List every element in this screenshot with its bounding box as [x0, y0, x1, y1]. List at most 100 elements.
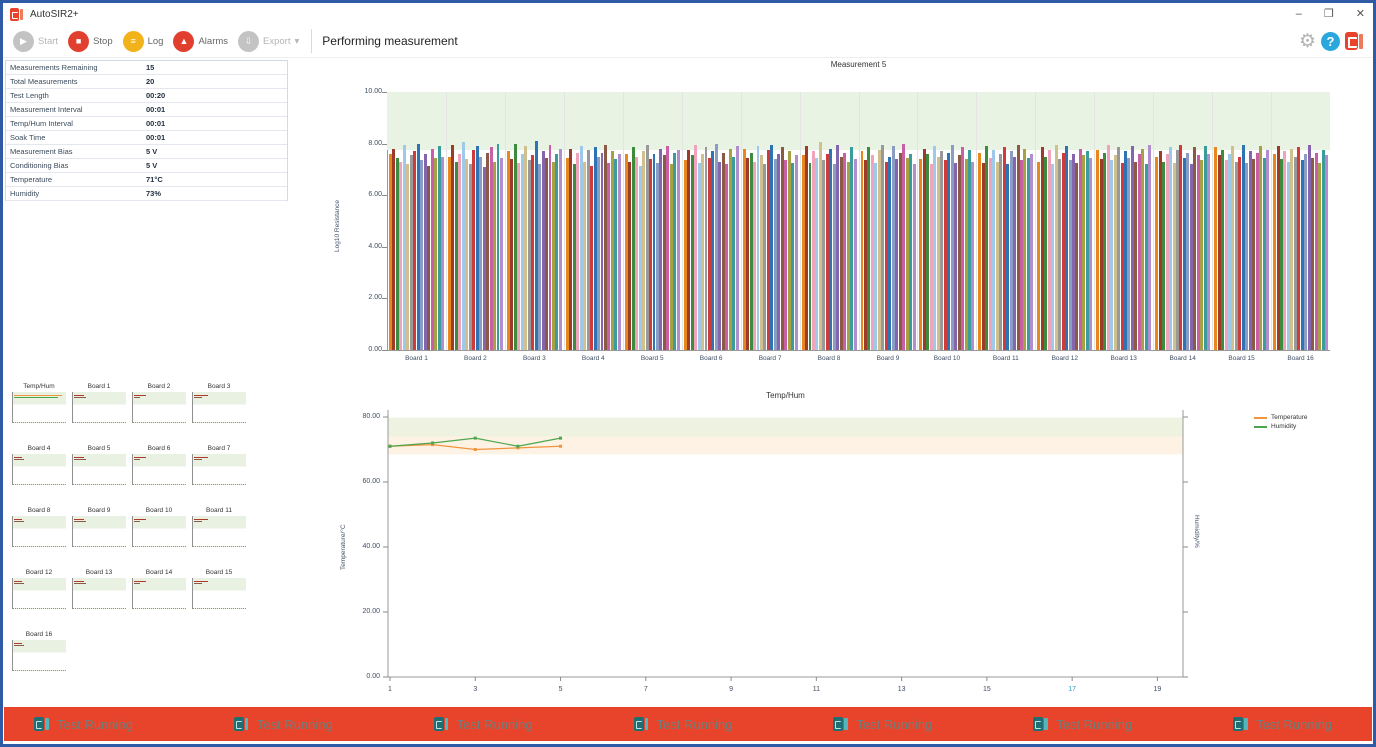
- start-button[interactable]: ▶ Start: [13, 31, 58, 52]
- log-button[interactable]: ≡ Log: [123, 31, 164, 52]
- thumbnail-chart: [72, 516, 126, 547]
- thumbnail-board-11[interactable]: Board 11: [192, 507, 252, 569]
- humidity-marker: [474, 437, 477, 440]
- x-tick-label: 19: [1154, 686, 1162, 693]
- export-icon: ⇩: [238, 31, 259, 52]
- thumbnail-trace: [74, 459, 86, 460]
- info-row: Temp/Hum Interval00:01: [6, 117, 287, 131]
- export-button[interactable]: ⇩ Export ▾: [238, 31, 299, 52]
- legend-label: Humidity: [1271, 423, 1296, 430]
- thumbnail-title: Board 15: [192, 569, 246, 576]
- info-row: Measurement Bias5 V: [6, 145, 287, 159]
- board-label: Board 5: [623, 355, 682, 362]
- info-row-value: 00:01: [146, 133, 165, 142]
- thumbnail-board-10[interactable]: Board 10: [132, 507, 192, 569]
- thumbnail-board-13[interactable]: Board 13: [72, 569, 132, 631]
- x-tick-label: 5: [559, 686, 563, 693]
- toolbar-right-icons: ⚙ ?: [1299, 25, 1365, 57]
- thumbnail-chart: [72, 578, 126, 609]
- measurement-status-text: Performing measurement: [322, 34, 457, 48]
- thumbnail-chart: [12, 454, 66, 485]
- minimize-button[interactable]: –: [1296, 9, 1302, 20]
- thumbnail-title: Board 8: [12, 507, 66, 514]
- close-button[interactable]: ✕: [1356, 9, 1365, 20]
- info-row-label: Total Measurements: [6, 77, 146, 86]
- thumbnail-trace: [134, 519, 146, 520]
- info-row: Measurement Interval00:01: [6, 103, 287, 117]
- bar-group: [1153, 92, 1212, 350]
- test-running-indicator: Test Running: [34, 717, 133, 732]
- board-label: Board 8: [800, 355, 859, 362]
- board-label: Board 1: [387, 355, 446, 362]
- thumbnail-chart: [12, 392, 66, 423]
- thumbnail-chart: [192, 516, 246, 547]
- x-tick-label: 3: [473, 686, 477, 693]
- info-row: Soak Time00:01: [6, 131, 287, 145]
- bar-group: [917, 92, 976, 350]
- thumbnail-title: Board 7: [192, 445, 246, 452]
- titlebar: AutoSIR2+ – ❐ ✕: [3, 3, 1373, 25]
- thumbnail-chart: [192, 392, 246, 423]
- thumbnail-temp-hum[interactable]: Temp/Hum: [12, 383, 72, 445]
- thumbnail-board-7[interactable]: Board 7: [192, 445, 252, 507]
- brand-logo-icon: [1345, 32, 1365, 50]
- alarm-warning-icon: ▲: [173, 31, 194, 52]
- play-icon: ▶: [13, 31, 34, 52]
- thumbnail-board-5[interactable]: Board 5: [72, 445, 132, 507]
- info-row-label: Humidity: [6, 189, 146, 198]
- test-running-indicator: Test Running: [1233, 717, 1332, 732]
- maximize-button[interactable]: ❐: [1324, 9, 1334, 20]
- temperature-marker: [559, 445, 562, 448]
- stop-button-label: Stop: [93, 36, 113, 47]
- thumbnail-trace: [194, 521, 202, 522]
- thumbnail-title: Board 10: [132, 507, 186, 514]
- thumbnail-trace: [194, 519, 208, 520]
- thumbnail-title: Temp/Hum: [12, 383, 66, 390]
- bar-chart-x-axis: [387, 350, 1330, 351]
- bar: [1089, 158, 1092, 350]
- info-row-label: Measurements Remaining: [6, 63, 146, 72]
- start-button-label: Start: [38, 36, 58, 47]
- thumbnail-board-4[interactable]: Board 4: [12, 445, 72, 507]
- thumbnail-board-15[interactable]: Board 15: [192, 569, 252, 631]
- info-row-value: 00:20: [146, 91, 165, 100]
- thumbnail-trace: [14, 519, 22, 520]
- thumbnail-board-6[interactable]: Board 6: [132, 445, 192, 507]
- board-label: Board 16: [1271, 355, 1330, 362]
- thumbnail-board-3[interactable]: Board 3: [192, 383, 252, 445]
- x-tick-label: 13: [898, 686, 906, 693]
- thumbnail-trace: [74, 397, 86, 398]
- info-row-value: 5 V: [146, 147, 157, 156]
- bar-chart-y-axis-label: Log10 Resistance: [334, 200, 341, 252]
- bar: [913, 164, 916, 350]
- info-row: Test Length00:20: [6, 89, 287, 103]
- thumbnail-board-8[interactable]: Board 8: [12, 507, 72, 569]
- alarms-button[interactable]: ▲ Alarms: [173, 31, 228, 52]
- thumbnail-trace: [194, 583, 202, 584]
- stop-button[interactable]: ■ Stop: [68, 31, 113, 52]
- thumbnail-board-1[interactable]: Board 1: [72, 383, 132, 445]
- info-row-label: Temp/Hum Interval: [6, 119, 146, 128]
- test-running-status-bar: Test RunningTest RunningTest RunningTest…: [4, 707, 1372, 741]
- thumbnail-board-2[interactable]: Board 2: [132, 383, 192, 445]
- bar: [795, 155, 798, 350]
- thumbnail-board-14[interactable]: Board 14: [132, 569, 192, 631]
- thumbnail-title: Board 1: [72, 383, 126, 390]
- thumbnail-board-12[interactable]: Board 12: [12, 569, 72, 631]
- thumbnail-chart: [12, 640, 66, 671]
- info-row-label: Measurement Interval: [6, 105, 146, 114]
- thumbnail-board-9[interactable]: Board 9: [72, 507, 132, 569]
- limit-band-1: [388, 437, 1183, 455]
- humidity-marker: [389, 445, 392, 448]
- thumbnail-trace: [14, 521, 24, 522]
- thumbnail-trace: [194, 459, 202, 460]
- settings-gear-icon[interactable]: ⚙: [1299, 30, 1316, 53]
- x-tick-label: 15: [983, 686, 991, 693]
- thumbnail-board-16[interactable]: Board 16: [12, 631, 72, 693]
- board-label: Board 9: [859, 355, 918, 362]
- info-row: Total Measurements20: [6, 75, 287, 89]
- help-icon[interactable]: ?: [1321, 32, 1340, 51]
- board-label: Board 4: [564, 355, 623, 362]
- bar-group: [1094, 92, 1153, 350]
- thumbnail-trace: [74, 583, 86, 584]
